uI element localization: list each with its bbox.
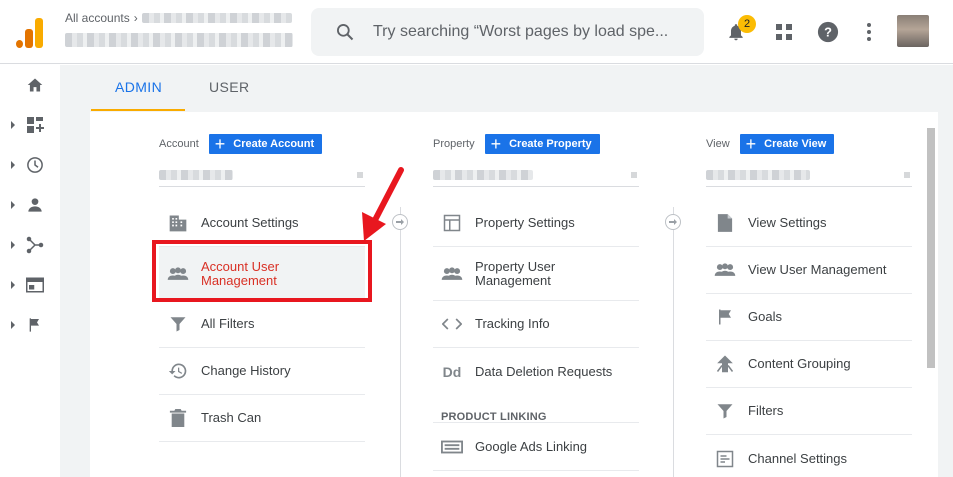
people-icon (441, 263, 463, 285)
tab-admin[interactable]: ADMIN (115, 79, 162, 95)
building-icon (167, 212, 189, 234)
google-ads-linking-item[interactable]: Google Ads Linking (433, 424, 639, 471)
search-input[interactable]: Try searching “Worst pages by load spe..… (373, 23, 693, 41)
acquisition-icon (25, 235, 45, 255)
nav-realtime[interactable] (0, 145, 60, 185)
arrow-right-circle-icon (665, 214, 681, 230)
view-settings-item[interactable]: View Settings (706, 200, 912, 247)
property-window-icon (441, 212, 463, 234)
goals-item[interactable]: Goals (706, 294, 912, 341)
view-column: View + Create View View Settings View Us… (706, 112, 912, 477)
search-icon (337, 24, 354, 41)
property-label: Property (433, 138, 475, 150)
content-grouping-item[interactable]: Content Grouping (706, 341, 912, 388)
notification-badge: 2 (738, 15, 756, 33)
channel-settings-icon (714, 448, 736, 470)
section-divider (433, 422, 639, 423)
top-app-bar: All accounts › Try searching “Worst page… (0, 0, 953, 64)
property-header: Property + Create Property (433, 134, 600, 154)
property-selector[interactable] (433, 167, 639, 187)
property-settings-item[interactable]: Property Settings (433, 200, 639, 247)
data-deletion-requests-item[interactable]: Dd Data Deletion Requests (433, 348, 639, 395)
conversions-flag-icon (25, 315, 45, 335)
filter-icon (714, 400, 736, 422)
nav-customization[interactable] (0, 105, 60, 145)
all-filters-item[interactable]: All Filters (159, 301, 365, 348)
analytics-logo[interactable] (16, 16, 44, 48)
home-icon (25, 75, 45, 95)
redacted-view-name[interactable] (65, 33, 293, 47)
plus-icon: + (214, 134, 226, 154)
column-divider (400, 207, 401, 477)
breadcrumb[interactable]: All accounts › (65, 11, 292, 25)
create-view-button[interactable]: + Create View (739, 134, 835, 154)
svg-text:?: ? (824, 25, 832, 40)
plus-icon: + (745, 134, 757, 154)
filter-icon (167, 313, 189, 335)
create-property-button[interactable]: + Create Property (484, 134, 600, 154)
view-filters-item[interactable]: Filters (706, 388, 912, 435)
apps-grid-icon[interactable] (770, 18, 798, 46)
help-icon[interactable]: ? (814, 18, 842, 46)
view-user-management-item[interactable]: View User Management (706, 247, 912, 294)
plus-icon: + (490, 134, 502, 154)
account-header: Account + Create Account (159, 134, 323, 154)
code-icon (441, 313, 463, 335)
redacted-account-name (141, 13, 292, 23)
account-selector[interactable] (159, 167, 365, 187)
more-vert-icon[interactable] (855, 18, 883, 46)
history-icon (167, 360, 189, 382)
view-header: View + Create View (706, 134, 835, 154)
nav-acquisition[interactable] (0, 225, 60, 265)
column-divider (673, 207, 674, 477)
search-box[interactable]: Try searching “Worst pages by load spe..… (311, 8, 704, 56)
chevron-right-icon: › (133, 11, 138, 25)
tab-user[interactable]: USER (209, 79, 250, 95)
dd-icon: Dd (442, 363, 462, 380)
flag-icon (714, 306, 736, 328)
property-user-management-item[interactable]: Property User Management (433, 247, 639, 301)
account-avatar[interactable] (897, 15, 929, 47)
account-label: Account (159, 138, 199, 150)
realtime-clock-icon (25, 155, 45, 175)
vertical-scrollbar[interactable] (927, 128, 935, 368)
nav-home[interactable] (0, 65, 60, 105)
document-icon (714, 212, 736, 234)
customization-icon (25, 115, 45, 135)
nav-audience[interactable] (0, 185, 60, 225)
breadcrumb-label: All accounts (65, 11, 130, 25)
nav-behavior[interactable] (0, 265, 60, 305)
view-label: View (706, 138, 730, 150)
channel-settings-item[interactable]: Channel Settings (706, 435, 912, 477)
arrow-right-circle-icon (392, 214, 408, 230)
tracking-info-item[interactable]: Tracking Info (433, 301, 639, 348)
trash-can-item[interactable]: Trash Can (159, 395, 365, 442)
property-column: Property + Create Property Property Sett… (433, 112, 639, 477)
nav-conversions[interactable] (0, 305, 60, 345)
grouping-icon (714, 353, 736, 375)
side-navigation (0, 65, 60, 477)
highlight-annotation-box (152, 240, 372, 302)
audience-person-icon (25, 195, 45, 215)
ads-linking-icon (441, 436, 463, 458)
active-tab-indicator (91, 109, 185, 111)
change-history-item[interactable]: Change History (159, 348, 365, 395)
create-account-button[interactable]: + Create Account (208, 134, 323, 154)
trash-icon (167, 407, 189, 429)
view-selector[interactable] (706, 167, 912, 187)
people-icon (714, 259, 736, 281)
behavior-icon (25, 275, 45, 295)
